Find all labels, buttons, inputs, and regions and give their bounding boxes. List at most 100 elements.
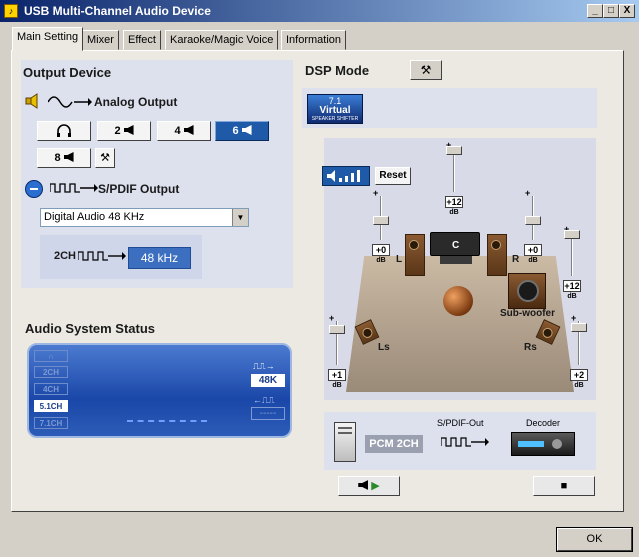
tab-mixer[interactable]: Mixer xyxy=(82,30,119,50)
pc-tower-icon xyxy=(334,422,356,462)
analog-wave-icon xyxy=(47,96,92,108)
sample-rate-value: 48 kHz xyxy=(128,247,191,269)
digital-wave-icon xyxy=(49,182,98,194)
speaker-icon xyxy=(25,93,41,109)
ok-button[interactable]: OK xyxy=(556,527,633,552)
front-left-speaker[interactable] xyxy=(405,234,425,276)
slider-thumb[interactable] xyxy=(373,216,389,225)
tab-main-setting[interactable]: Main Setting xyxy=(12,27,84,51)
maximize-button[interactable]: □ xyxy=(603,4,619,18)
status-rate: 48K xyxy=(251,374,285,387)
slider-thumb[interactable] xyxy=(446,146,462,155)
status-in-rate: ----- xyxy=(251,407,285,420)
settings-tool-button[interactable]: ⚒ xyxy=(95,148,115,168)
stop-icon: ■ xyxy=(560,480,568,492)
channel-2-button[interactable]: 2 xyxy=(97,121,151,141)
spdif-output-label: S/PDIF Output xyxy=(98,182,180,196)
badge-line-2: Virtual xyxy=(319,105,351,116)
right-slider[interactable]: + +0 dB xyxy=(524,188,542,266)
front-right-speaker[interactable] xyxy=(487,234,507,276)
subwoofer-label: Sub-woofer xyxy=(500,308,555,319)
subwoofer-slider[interactable]: + +12 dB xyxy=(563,224,581,304)
plus-icon: + xyxy=(525,188,531,198)
listener-position xyxy=(443,286,473,316)
left-slider[interactable]: + +0 dB xyxy=(372,188,390,266)
analog-output-label: Analog Output xyxy=(94,95,178,109)
chevron-down-icon[interactable]: ▼ xyxy=(232,209,248,226)
right-label: R xyxy=(512,254,520,265)
output-device-title: Output Device xyxy=(23,65,112,80)
plus-icon: + xyxy=(329,313,335,323)
right-surround-level: +2 xyxy=(570,369,588,381)
app-icon: ♪ xyxy=(4,4,18,18)
slider-thumb[interactable] xyxy=(329,325,345,334)
tab-karaoke[interactable]: Karaoke/Magic Voice xyxy=(165,30,279,50)
channel-6-label: 6 xyxy=(232,125,239,137)
channel-4-button[interactable]: 4 xyxy=(157,121,211,141)
digital-out-icon: ⎍⎍→ xyxy=(253,361,275,371)
left-surround-slider[interactable]: + +1 dB xyxy=(328,313,346,391)
speaker-test-button[interactable] xyxy=(322,166,370,186)
level-meter xyxy=(127,420,207,423)
audio-status-title: Audio System Status xyxy=(25,321,156,336)
window-title: USB Multi-Channel Audio Device xyxy=(24,4,211,18)
volume-bars-icon xyxy=(327,170,360,182)
right-surround-slider[interactable]: + +2 dB xyxy=(570,313,588,391)
status-7-1ch: 7.1CH xyxy=(34,417,68,429)
center-stand xyxy=(440,256,472,264)
reset-button[interactable]: Reset xyxy=(375,167,411,185)
badge-line-3: SPEAKER SHIFTER xyxy=(311,116,359,122)
slider-thumb[interactable] xyxy=(525,216,541,225)
channel-8-label: 8 xyxy=(54,152,61,164)
left-level: +0 xyxy=(372,244,390,256)
center-label: C xyxy=(452,240,460,251)
decoder-label: Decoder xyxy=(526,418,561,428)
status-4ch: 4CH xyxy=(34,383,68,395)
slider-thumb[interactable] xyxy=(571,323,587,332)
channel-6-button[interactable]: 6 xyxy=(215,121,269,141)
left-surround-level: +1 xyxy=(328,369,346,381)
rs-label: Rs xyxy=(524,342,537,353)
minimize-button[interactable]: _ xyxy=(587,4,603,18)
dsp-mode-title: DSP Mode xyxy=(305,63,370,78)
digital-wave-icon xyxy=(440,436,489,448)
audio-status-display: ∩ 2CH 4CH 5.1CH 7.1CH ⎍⎍→ 48K ←⎍⎍ ----- xyxy=(27,343,292,438)
status-2ch: 2CH xyxy=(34,366,68,378)
decoder-icon xyxy=(511,432,575,456)
left-label: L xyxy=(396,254,403,265)
channel-8-button[interactable]: 8 xyxy=(37,148,91,168)
hammer-icon: ⚒ xyxy=(420,63,432,77)
tab-effect[interactable]: Effect xyxy=(123,30,161,50)
slider-thumb[interactable] xyxy=(564,230,580,239)
ls-label: Ls xyxy=(378,342,390,353)
channel-4-label: 4 xyxy=(174,125,181,137)
play-test-button[interactable]: ▶ xyxy=(338,476,400,496)
hammer-icon: ⚒ xyxy=(100,152,110,164)
spdif-format-value: Digital Audio 48 KHz xyxy=(44,211,145,223)
speaker-icon xyxy=(63,152,74,162)
tab-information[interactable]: Information xyxy=(281,30,347,50)
plus-icon: + xyxy=(571,313,577,323)
speaker-icon xyxy=(123,125,134,135)
pcm-status: PCM 2CH xyxy=(365,435,423,453)
spdif-toggle-icon[interactable] xyxy=(25,180,43,198)
digital-wave-icon xyxy=(77,250,126,262)
rate-prefix: 2CH xyxy=(54,250,77,262)
center-slider[interactable]: + +12 dB xyxy=(445,140,463,220)
stop-test-button[interactable]: ■ xyxy=(533,476,595,496)
virtual-speaker-shifter-button[interactable]: 7.1 Virtual SPEAKER SHIFTER xyxy=(307,94,363,124)
close-button[interactable]: X xyxy=(619,4,635,18)
dsp-tool-button[interactable]: ⚒ xyxy=(410,60,442,80)
headphone-icon xyxy=(57,124,71,137)
play-icon: ▶ xyxy=(371,480,380,492)
right-level: +0 xyxy=(524,244,542,256)
digital-in-icon: ←⎍⎍ xyxy=(253,395,275,405)
title-bar[interactable]: ♪ USB Multi-Channel Audio Device _ □ X xyxy=(0,0,639,22)
spdif-format-select[interactable]: Digital Audio 48 KHz ▼ xyxy=(40,208,249,227)
subwoofer-speaker[interactable] xyxy=(508,273,546,309)
headphone-icon: ∩ xyxy=(34,350,68,362)
status-5-1ch: 5.1CH xyxy=(34,400,68,412)
channel-2-label: 2 xyxy=(114,125,121,137)
spdif-out-label: S/PDIF-Out xyxy=(437,418,484,428)
headphone-button[interactable] xyxy=(37,121,91,141)
